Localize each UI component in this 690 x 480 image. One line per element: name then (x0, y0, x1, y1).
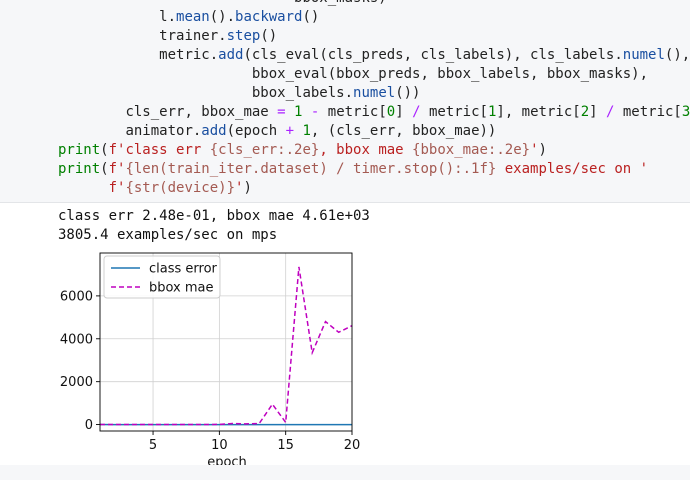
y-tick-label: 4000 (60, 332, 93, 347)
code-line: cls_err, bbox_mae = 1 - metric[0] / metr… (58, 103, 690, 122)
x-tick-label: 5 (149, 438, 157, 453)
series-line-bbox-mae (100, 266, 353, 426)
code-token: ] (395, 104, 413, 120)
code-token: f'class err (108, 142, 210, 158)
code-token: , bbox mae (319, 142, 413, 158)
legend-label: class error (149, 262, 218, 277)
code-token: = (277, 104, 286, 120)
code-token: examples/sec on ' (496, 161, 649, 177)
y-tick-label: 0 (85, 418, 93, 433)
code-token: metric[ (614, 104, 682, 120)
code-token: / (412, 104, 421, 120)
code-line: print(f'class err {cls_err:.2e}, bbox ma… (58, 141, 547, 160)
code-token: (). (209, 9, 236, 25)
code-token: 3 (681, 104, 690, 120)
code-token: bbox_eval(bbox_preds, bbox_labels, bbox_… (251, 66, 649, 82)
y-tick-label: 2000 (60, 375, 93, 390)
code-line: bbox_eval(bbox_preds, bbox_labels, bbox_… (58, 65, 648, 84)
x-tick-label: 20 (344, 438, 361, 453)
code-token: metric. (159, 47, 219, 63)
code-token: {cls_err:.2e} (209, 142, 320, 158)
code-token: ) (538, 142, 547, 158)
code-token: print (58, 142, 101, 158)
code-token: ], metric[ (496, 104, 581, 120)
code-token: animator. (125, 123, 202, 139)
code-token: bbox_labels. (251, 85, 354, 101)
code-token: ( (100, 142, 109, 158)
code-token: backward (235, 9, 303, 25)
legend-label: bbox mae (149, 281, 214, 296)
legend-box (103, 255, 221, 299)
code-token: numel (353, 85, 396, 101)
code-token: mean (176, 9, 210, 25)
code-line: print(f'{len(train_iter.dataset) / timer… (58, 160, 648, 179)
plot-frame (99, 252, 353, 432)
code-token: {len(train_iter.dataset) / timer.stop():… (125, 161, 497, 177)
code-token: metric[ (420, 104, 488, 120)
x-tick-label: 15 (277, 438, 294, 453)
code-cell[interactable]: bbox_masks) l.mean().backward() trainer.… (0, 0, 690, 203)
code-line: metric.add(cls_eval(cls_preds, cls_label… (58, 46, 690, 65)
y-tick-label: 6000 (60, 289, 93, 304)
code-token: l. (159, 9, 177, 25)
code-token: () (260, 28, 278, 44)
code-token: 0 (386, 104, 396, 120)
code-token: add (218, 47, 244, 63)
code-token: step (226, 28, 261, 44)
code-token: , (cls_err, bbox_mae)) (310, 123, 497, 139)
x-tick-label: 10 (211, 438, 228, 453)
code-token: ] (589, 104, 606, 120)
code-line: f'{str(device)}') (58, 179, 252, 198)
code-line: animator.add(epoch + 1, (cls_err, bbox_m… (58, 122, 496, 141)
bottom-bar (0, 465, 690, 480)
code-token: add (201, 123, 227, 139)
code-token: {str(device)} (125, 180, 236, 196)
code-token: ( (100, 161, 109, 177)
code-token: trainer. (159, 28, 227, 44)
code-token: f' (108, 180, 126, 196)
output-line-errors: class err 2.48e-01, bbox mae 4.61e+03 (58, 208, 370, 224)
code-token: bbox_masks) (294, 0, 387, 6)
code-token: (epoch (226, 123, 286, 139)
code-line: l.mean().backward() (58, 8, 319, 27)
code-token: {bbox_mae:.2e} (412, 142, 531, 158)
code-token: 1 (302, 123, 311, 139)
output-line-speed: 3805.4 examples/sec on mps (58, 227, 278, 243)
code-token: (cls_eval(cls_preds, cls_labels), cls_la… (243, 47, 623, 63)
code-token: metric[ (319, 104, 387, 120)
code-token: print (58, 161, 101, 177)
code-line: trainer.step() (58, 27, 277, 46)
code-token: numel (622, 47, 665, 63)
code-line: bbox_masks) (58, 0, 387, 8)
code-token: ) (243, 180, 252, 196)
code-token: + (285, 123, 295, 139)
code-token: f' (108, 161, 126, 177)
code-token: (), (664, 47, 690, 63)
code-token: cls_err, bbox_mae (125, 104, 278, 120)
code-token: () (302, 9, 320, 25)
code-token: ' (530, 142, 539, 158)
code-token: 2 (580, 104, 590, 120)
code-token: ()) (395, 85, 421, 101)
code-line: bbox_labels.numel()) (58, 84, 421, 103)
